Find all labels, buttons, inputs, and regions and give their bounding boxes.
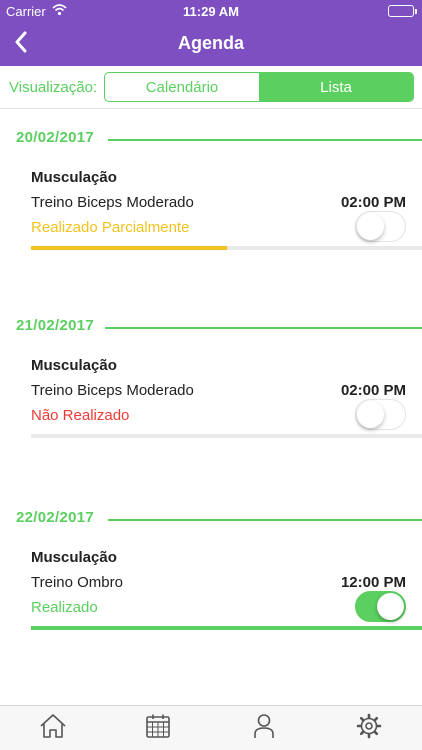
tab-home[interactable]: [0, 706, 106, 750]
date-divider: [105, 327, 422, 329]
date-divider: [108, 139, 422, 141]
entry-status: Realizado: [31, 599, 98, 616]
completion-toggle[interactable]: [355, 399, 406, 430]
entry-status: Não Realizado: [31, 407, 130, 424]
entry-workout: Treino Ombro: [31, 574, 123, 591]
date-header: 21/02/2017: [0, 317, 422, 337]
agenda-entry[interactable]: Musculação Treino Biceps Moderado 02:00 …: [0, 149, 422, 254]
entry-time: 12:00 PM: [340, 574, 406, 591]
tab-calendar[interactable]: [106, 706, 212, 750]
date-divider: [108, 519, 422, 521]
date-header: 22/02/2017: [0, 509, 422, 529]
tab-settings[interactable]: [317, 706, 422, 750]
view-label: Visualização:: [9, 79, 98, 96]
completion-toggle[interactable]: [355, 211, 406, 242]
segment-lista[interactable]: Lista: [259, 73, 413, 101]
home-icon: [39, 713, 67, 744]
progress-fill: [31, 246, 227, 250]
entry-category: Musculação: [31, 357, 117, 374]
gear-icon: [356, 713, 382, 744]
status-bar: Carrier 11:29 AM: [0, 0, 422, 22]
page-title: Agenda: [177, 33, 244, 53]
date-label: 21/02/2017: [16, 317, 95, 334]
entry-workout: Treino Biceps Moderado: [31, 194, 194, 211]
tab-profile[interactable]: [211, 706, 317, 750]
profile-icon: [253, 713, 275, 744]
entry-workout: Treino Biceps Moderado: [31, 382, 194, 399]
progress-fill: [31, 626, 422, 630]
view-switcher: Visualização: Calendário Lista: [0, 66, 422, 109]
date-header: 20/02/2017: [0, 129, 422, 149]
entry-time: 02:00 PM: [340, 194, 406, 211]
agenda-section: 20/02/2017 Musculação Treino Biceps Mode…: [0, 129, 422, 254]
status-time: 11:29 AM: [183, 4, 239, 19]
entry-category: Musculação: [31, 169, 117, 186]
battery-icon: [388, 5, 417, 17]
entry-status: Realizado Parcialmente: [31, 219, 190, 236]
segment-calendario[interactable]: Calendário: [105, 73, 259, 101]
progress-bar: [31, 246, 422, 250]
date-label: 22/02/2017: [16, 509, 95, 526]
entry-category: Musculação: [31, 549, 117, 566]
agenda-entry[interactable]: Musculação Treino Ombro 12:00 PM Realiza…: [0, 529, 422, 634]
date-label: 20/02/2017: [16, 129, 95, 146]
progress-bar: [31, 626, 422, 630]
calendar-icon: [145, 713, 171, 744]
tab-bar: [0, 705, 422, 750]
agenda-entry[interactable]: Musculação Treino Biceps Moderado 02:00 …: [0, 337, 422, 442]
entry-time: 02:00 PM: [340, 382, 406, 399]
view-segmented-control: Calendário Lista: [104, 72, 414, 102]
progress-bar: [31, 434, 422, 438]
agenda-section: 21/02/2017 Musculação Treino Biceps Mode…: [0, 317, 422, 442]
completion-toggle[interactable]: [355, 591, 406, 622]
agenda-section: 22/02/2017 Musculação Treino Ombro 12:00…: [0, 509, 422, 634]
nav-bar: Agenda: [0, 22, 422, 66]
